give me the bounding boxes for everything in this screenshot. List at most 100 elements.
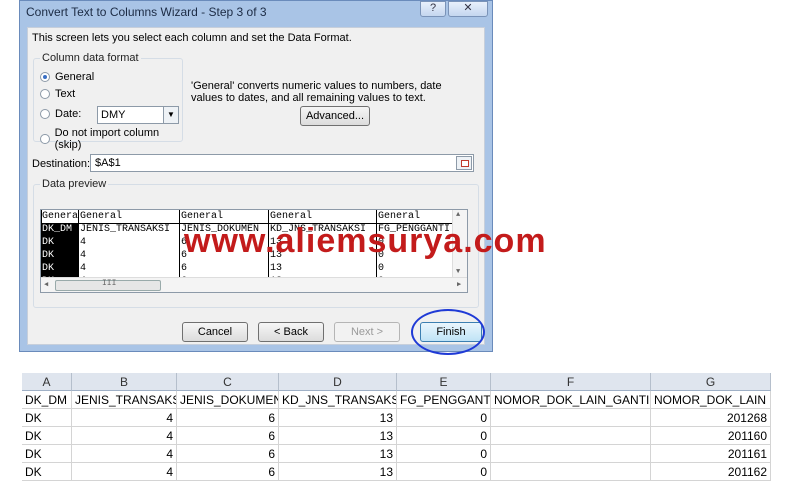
sheet-cell[interactable]: DK: [22, 427, 72, 445]
radio-skip-dot[interactable]: [40, 134, 50, 144]
column-header-a[interactable]: A: [22, 373, 72, 391]
sheet-cell[interactable]: KD_JNS_TRANSAKSI: [279, 391, 397, 409]
title-bar: Convert Text to Columns Wizard - Step 3 …: [20, 1, 492, 23]
sheet-cell[interactable]: 6: [177, 463, 279, 481]
preview-column-2[interactable]: General JENIS_TRANSAKSI 4 4 4 4: [79, 210, 179, 287]
chevron-down-icon[interactable]: ▼: [163, 107, 178, 123]
preview-column-divider[interactable]: [179, 210, 180, 278]
preview-column-1[interactable]: General DK_DM DK DK DK DK: [41, 210, 78, 287]
date-format-value: DMY: [101, 109, 126, 121]
collapse-dialog-icon[interactable]: [456, 156, 472, 170]
column-header-c[interactable]: C: [177, 373, 279, 391]
sheet-cell[interactable]: 6: [177, 445, 279, 463]
sheet-cell[interactable]: 13: [279, 445, 397, 463]
sheet-cell[interactable]: 6: [177, 427, 279, 445]
sheet-cell[interactable]: 4: [72, 409, 177, 427]
dialog-client-area: This screen lets you select each column …: [27, 27, 485, 345]
column-header-d[interactable]: D: [279, 373, 397, 391]
sheet-cell[interactable]: 0: [397, 463, 491, 481]
radio-date-dot[interactable]: [40, 109, 50, 119]
preview-cell: 4: [80, 250, 87, 261]
sheet-cell[interactable]: [491, 463, 651, 481]
preview-cell: 4: [80, 263, 87, 274]
help-button[interactable]: ?: [420, 1, 446, 17]
advanced-button[interactable]: Advanced...: [300, 106, 370, 126]
destination-input[interactable]: $A$1: [90, 154, 474, 172]
sheet-cell[interactable]: 4: [72, 427, 177, 445]
sheet-cell[interactable]: 0: [397, 409, 491, 427]
sheet-cell[interactable]: DK: [22, 409, 72, 427]
preview-horizontal-scrollbar[interactable]: ◀ III ▶: [41, 277, 467, 292]
column-header-f[interactable]: F: [491, 373, 651, 391]
sheet-cell[interactable]: 13: [279, 463, 397, 481]
sheet-cell[interactable]: FG_PENGGANTI: [397, 391, 491, 409]
dialog-title: Convert Text to Columns Wizard - Step 3 …: [26, 5, 267, 19]
radio-general-dot[interactable]: [40, 72, 50, 82]
sheet-cell[interactable]: DK_DM: [22, 391, 72, 409]
radio-date[interactable]: Date: DMY ▼: [40, 106, 179, 124]
sheet-cell[interactable]: 201268: [651, 409, 771, 427]
convert-text-wizard-dialog: Convert Text to Columns Wizard - Step 3 …: [19, 0, 493, 352]
date-format-select[interactable]: DMY ▼: [97, 106, 179, 124]
scroll-up-icon[interactable]: ▲: [456, 211, 460, 219]
sheet-cell[interactable]: 13: [279, 409, 397, 427]
preview-cell: JENIS_TRANSAKSI: [80, 224, 171, 235]
radio-date-label: Date:: [55, 108, 82, 120]
sheet-cell[interactable]: 6: [177, 409, 279, 427]
scroll-left-icon[interactable]: ◀: [44, 280, 48, 289]
radio-text[interactable]: Text: [40, 88, 75, 100]
sheet-cell[interactable]: 0: [397, 427, 491, 445]
sheet-cell[interactable]: 0: [397, 445, 491, 463]
preview-cell: 4: [80, 237, 87, 248]
sheet-cell[interactable]: [491, 427, 651, 445]
sheet-cell[interactable]: [491, 409, 651, 427]
sheet-cell[interactable]: NOMOR_DOK_LAIN: [651, 391, 771, 409]
sheet-cell[interactable]: 201160: [651, 427, 771, 445]
cancel-button[interactable]: Cancel: [182, 322, 248, 342]
sheet-cell[interactable]: 201162: [651, 463, 771, 481]
next-button[interactable]: Next >: [334, 322, 400, 342]
sheet-cell[interactable]: 201161: [651, 445, 771, 463]
preview-cell: DK: [42, 250, 55, 261]
destination-value: $A$1: [95, 157, 121, 169]
scroll-grip-icon: III: [102, 279, 117, 288]
format-note: 'General' converts numeric values to num…: [191, 80, 442, 104]
sheet-cell[interactable]: [491, 445, 651, 463]
preview-cell: 0: [378, 263, 385, 274]
preview-group-label: Data preview: [40, 178, 109, 190]
column-header-b[interactable]: B: [72, 373, 177, 391]
column-header-g[interactable]: G: [651, 373, 771, 391]
close-button[interactable]: ✕: [448, 1, 488, 17]
preview-cell: 13: [270, 263, 283, 274]
highlight-circle: [411, 309, 485, 355]
scroll-right-icon[interactable]: ▶: [457, 280, 461, 289]
sheet-cell[interactable]: DK: [22, 463, 72, 481]
sheet-cell[interactable]: JENIS_DOKUMEN: [177, 391, 279, 409]
preview-cell: DK: [42, 237, 55, 248]
radio-general[interactable]: General: [40, 71, 94, 83]
radio-text-label: Text: [55, 88, 76, 100]
scrollbar-thumb[interactable]: III: [55, 279, 161, 291]
format-group-label: Column data format: [40, 52, 141, 64]
scroll-down-icon[interactable]: ▼: [456, 268, 460, 276]
sheet-cell[interactable]: 4: [72, 445, 177, 463]
radio-skip-label: Do not import column (skip): [54, 127, 160, 151]
radio-general-label: General: [55, 71, 95, 83]
back-button[interactable]: < Back: [258, 322, 324, 342]
column-header-e[interactable]: E: [397, 373, 491, 391]
radio-text-dot[interactable]: [40, 89, 50, 99]
watermark: www.aliemsurya.com: [184, 222, 547, 260]
preview-header: General: [80, 211, 123, 222]
sheet-cell[interactable]: JENIS_TRANSAKSI: [72, 391, 177, 409]
preview-column-divider[interactable]: [78, 210, 79, 278]
instruction-text: This screen lets you select each column …: [32, 32, 352, 44]
preview-header: General: [42, 210, 78, 223]
sheet-cell[interactable]: DK: [22, 445, 72, 463]
column-data-format-group: Column data format General Text Date: DM…: [33, 52, 183, 151]
radio-skip[interactable]: Do not import column (skip): [40, 127, 182, 151]
sheet-cell[interactable]: 4: [72, 463, 177, 481]
preview-cell: DK_DM: [42, 224, 73, 235]
preview-cell: 6: [181, 263, 188, 274]
sheet-cell[interactable]: 13: [279, 427, 397, 445]
sheet-cell[interactable]: NOMOR_DOK_LAIN_GANTI: [491, 391, 651, 409]
